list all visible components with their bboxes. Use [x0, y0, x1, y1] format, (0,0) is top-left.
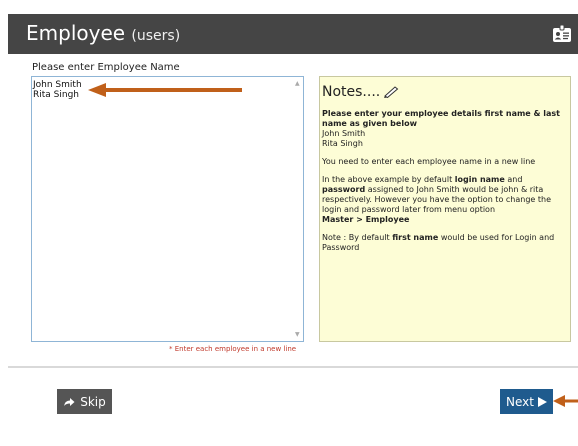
scroll-up-icon[interactable]: ▲ [295, 80, 300, 87]
page-header: Employee (users) [8, 14, 578, 54]
employee-name-label: Please enter Employee Name [32, 62, 180, 73]
scroll-down-icon[interactable]: ▼ [295, 331, 300, 338]
notes-first-name: first name [392, 233, 439, 242]
notes-password: password [322, 185, 366, 194]
notes-para-part1: In the above example by default [322, 175, 455, 184]
entry-hint: * Enter each employee in a new line [169, 345, 297, 353]
annotation-arrow-icon [553, 395, 578, 407]
notes-intro-text: Please enter your employee details first… [322, 109, 560, 128]
next-button[interactable]: Next [500, 389, 553, 414]
notes-title: Notes.... [322, 83, 566, 101]
notes-note-part1: Note : By default [322, 233, 393, 242]
share-arrow-icon [64, 397, 75, 406]
notes-intro: Please enter your employee details first… [322, 109, 566, 149]
annotation-arrow-icon [88, 83, 242, 97]
id-card-icon [553, 25, 571, 42]
notes-login-paragraph: In the above example by default login na… [322, 175, 566, 225]
notes-instruction: You need to enter each employee name in … [322, 157, 536, 166]
notes-example-1: John Smith [322, 129, 366, 138]
next-label: Next [506, 394, 534, 409]
notes-menu-path: Master > Employee [322, 215, 410, 224]
notes-para-and: and [504, 175, 523, 184]
notes-login-name: login name [454, 175, 505, 184]
play-triangle-icon [537, 396, 547, 407]
page-title: Employee (users) [26, 20, 180, 49]
notes-default-note: Note : By default first name would be us… [322, 233, 566, 253]
notes-title-text: Notes.... [322, 84, 381, 100]
pencil-icon [384, 86, 399, 98]
skip-button[interactable]: Skip [57, 389, 112, 414]
page-title-main: Employee [26, 21, 126, 45]
notes-panel: Notes.... Please enter your employee det… [319, 76, 571, 342]
skip-label: Skip [80, 394, 106, 409]
employee-names-textarea[interactable] [31, 76, 304, 342]
notes-example-2: Rita Singh [322, 139, 363, 148]
page-title-sub: (users) [131, 28, 181, 44]
